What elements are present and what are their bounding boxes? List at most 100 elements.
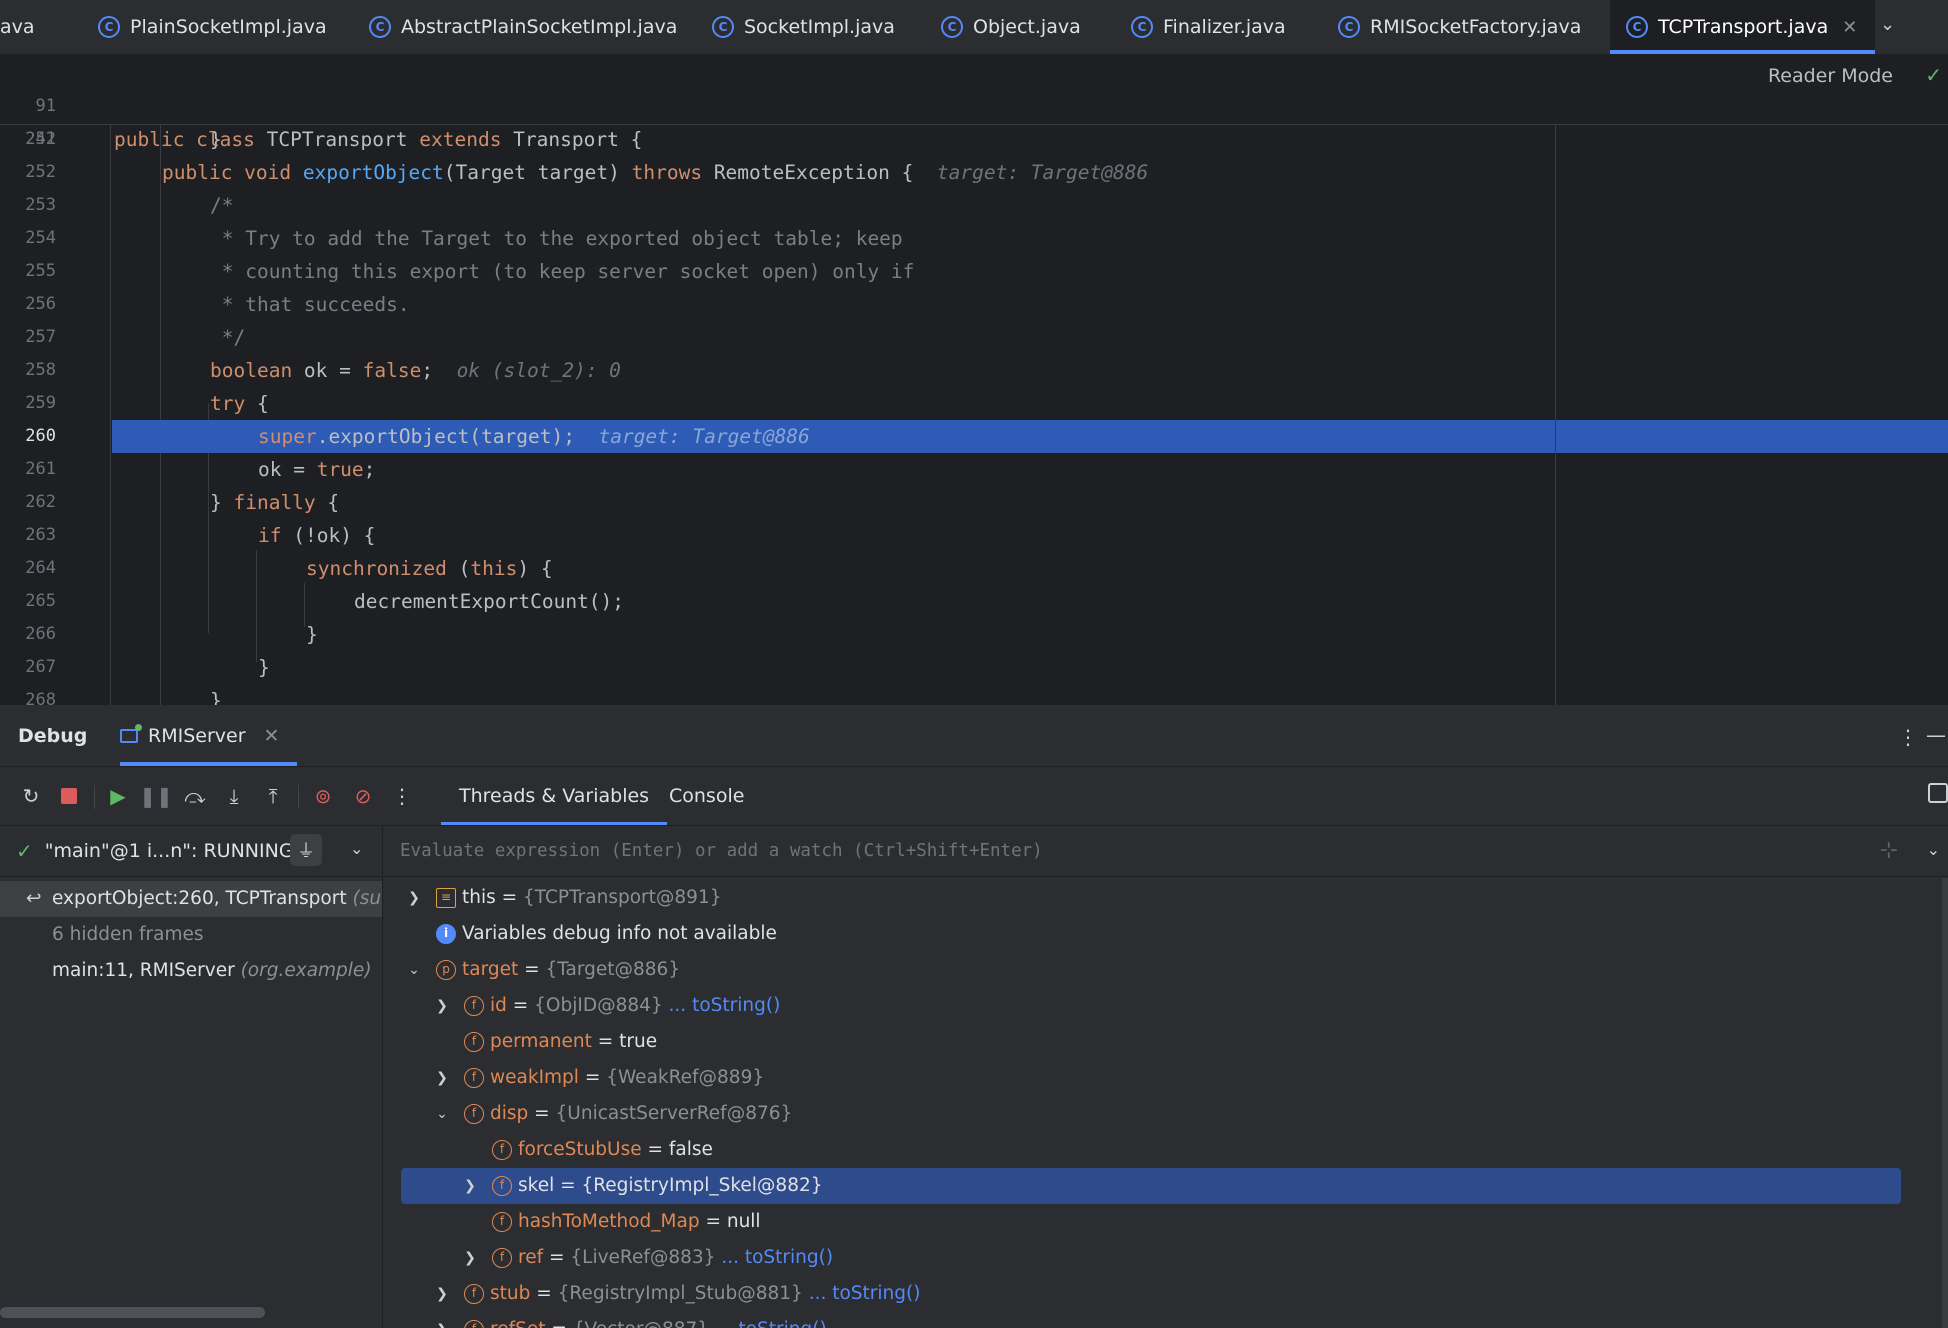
variable-name: hashToMethod_Map xyxy=(518,1211,700,1232)
stop-button[interactable] xyxy=(54,781,84,811)
step-into-icon[interactable]: ⤓ xyxy=(219,781,249,811)
class-icon: C xyxy=(941,16,963,38)
tab-rmisocketfactory[interactable]: C RMISocketFactory.java xyxy=(1338,0,1581,54)
filter-icon[interactable]: ⏚ xyxy=(290,834,322,866)
class-icon: C xyxy=(712,16,734,38)
variable-row[interactable]: ❯ f stub = {RegistryImpl_Stub@881} ... t… xyxy=(384,1276,1924,1312)
chevron-right-icon[interactable]: ❯ xyxy=(462,1240,478,1276)
chevron-right-icon[interactable]: ❯ xyxy=(434,1312,450,1328)
chevron-down-icon[interactable]: ⌄ xyxy=(406,952,422,988)
chevron-right-icon[interactable]: ❯ xyxy=(406,880,422,916)
variable-row[interactable]: ❯ ≡ this = {TCPTransport@891} xyxy=(384,880,1924,916)
code-editor[interactable]: Reader Mode ✓ 91 public class TCPTranspo… xyxy=(0,55,1948,705)
code-line: 264 synchronized (this) { xyxy=(0,552,1948,585)
layout-icon[interactable] xyxy=(1928,783,1948,803)
minimize-icon[interactable]: — xyxy=(1926,723,1948,747)
step-over-icon[interactable]: ⤼ xyxy=(180,781,210,811)
tab-tcptransport[interactable]: C TCPTransport.java ✕ xyxy=(1610,0,1876,54)
variable-name: weakImpl xyxy=(490,1067,579,1088)
tab-plainsocketimpl[interactable]: C PlainSocketImpl.java xyxy=(98,0,327,54)
debug-session-tab[interactable]: RMIServer ✕ xyxy=(120,705,298,766)
chevron-right-icon[interactable]: ❯ xyxy=(434,988,450,1024)
tostring-link[interactable]: ... toString() xyxy=(721,1247,833,1268)
tab-object[interactable]: C Object.java xyxy=(941,0,1081,54)
reader-mode-button[interactable]: Reader Mode xyxy=(1768,65,1893,87)
chevron-down-icon[interactable]: ⌄ xyxy=(1927,840,1940,859)
code-line: 242 public void exportObject(Target targ… xyxy=(0,90,1948,184)
code-line: 261 ok = true; xyxy=(0,453,1948,486)
close-tab-icon[interactable]: ✕ xyxy=(1842,17,1857,38)
variable-row-selected[interactable]: ❯ f skel = {RegistryImpl_Skel@882} xyxy=(401,1168,1901,1204)
field-icon: f xyxy=(492,1212,512,1232)
chevron-down-icon[interactable]: ⌄ xyxy=(1880,14,1904,38)
tab-label: TCPTransport.java xyxy=(1658,16,1829,38)
variable-name: forceStubUse xyxy=(518,1139,642,1160)
mute-breakpoints-icon[interactable]: ⊘ xyxy=(348,781,378,811)
line-number: 261 xyxy=(25,459,56,479)
application-icon xyxy=(120,723,142,743)
more-options-icon[interactable]: ⋮ xyxy=(1898,725,1918,749)
frame-label: 6 hidden frames xyxy=(52,924,204,945)
variable-type: {WeakRef@889} xyxy=(606,1067,765,1088)
chevron-right-icon[interactable]: ❯ xyxy=(462,1168,478,1204)
variable-row[interactable]: ❯ f id = {ObjID@884} ... toString() xyxy=(384,988,1924,1024)
chevron-down-icon[interactable]: ⌄ xyxy=(434,1096,450,1132)
hidden-frames[interactable]: 6 hidden frames xyxy=(0,917,382,953)
tostring-link[interactable]: ... toString() xyxy=(809,1283,921,1304)
variable-row[interactable]: ⌄ p target = {Target@886} xyxy=(384,952,1924,988)
tostring-link[interactable]: ... toString() xyxy=(715,1319,827,1328)
chevron-right-icon[interactable]: ❯ xyxy=(434,1060,450,1096)
variable-row[interactable]: ❯ f weakImpl = {WeakRef@889} xyxy=(384,1060,1924,1096)
stack-frame[interactable]: ↩ exportObject:260, TCPTransport (sun.r xyxy=(0,881,382,917)
equals: = xyxy=(591,1031,620,1052)
variable-row[interactable]: f forceStubUse = false xyxy=(384,1132,1924,1168)
code-text: } finally { xyxy=(210,491,340,514)
tab-finalizer[interactable]: C Finalizer.java xyxy=(1131,0,1286,54)
tab-abstractplainsocketimpl[interactable]: C AbstractPlainSocketImpl.java xyxy=(369,0,677,54)
add-watch-icon[interactable]: ⊹ xyxy=(1880,838,1898,863)
evaluate-expression-input[interactable] xyxy=(384,826,1842,876)
variable-row[interactable]: ⌄ f disp = {UnicastServerRef@876} xyxy=(384,1096,1924,1132)
frame-label: exportObject:260, TCPTransport (sun.r xyxy=(52,881,382,917)
tab-label: AbstractPlainSocketImpl.java xyxy=(401,16,678,38)
step-out-icon[interactable]: ⤒ xyxy=(258,781,288,811)
editor-tab-bar: ava C PlainSocketImpl.java C AbstractPlain… xyxy=(0,0,1948,55)
variable-entry: hashToMethod_Map = null xyxy=(518,1204,761,1240)
pause-icon[interactable]: ❚❚ xyxy=(139,781,173,811)
tab-partial[interactable]: ava xyxy=(0,0,35,54)
variable-entry: skel = {RegistryImpl_Skel@882} xyxy=(518,1168,823,1204)
tab-label: Object.java xyxy=(973,16,1081,38)
tostring-link[interactable]: ... toString() xyxy=(669,995,781,1016)
line-number: 267 xyxy=(25,657,56,677)
thread-label: "main"@1 i...n": RUNNING xyxy=(44,840,294,862)
inline-hint: ok (slot_2): 0 xyxy=(456,359,621,382)
equals: = xyxy=(528,1103,556,1124)
variable-row[interactable]: ❯ f ref = {LiveRef@883} ... toString() xyxy=(384,1240,1924,1276)
view-breakpoints-icon[interactable]: ⊚ xyxy=(308,781,338,811)
chevron-down-icon[interactable]: ⌄ xyxy=(350,839,363,858)
variable-entry: stub = {RegistryImpl_Stub@881} ... toStr… xyxy=(490,1276,920,1312)
horizontal-scrollbar[interactable] xyxy=(0,1307,265,1318)
rerun-icon[interactable]: ↻ xyxy=(16,781,46,811)
stack-frame[interactable]: main:11, RMIServer (org.example) xyxy=(0,953,382,989)
code-line: 253/* xyxy=(0,189,1948,222)
code-line: 268} xyxy=(0,684,1948,705)
variable-row[interactable]: f hashToMethod_Map = null xyxy=(384,1204,1924,1240)
close-session-icon[interactable]: ✕ xyxy=(264,725,280,747)
tab-socketimpl[interactable]: C SocketImpl.java xyxy=(712,0,895,54)
tab-console[interactable]: Console xyxy=(669,767,744,825)
variable-name: target xyxy=(462,959,519,980)
thread-selector[interactable]: ✓ "main"@1 i...n": RUNNING xyxy=(0,826,382,877)
variable-row[interactable]: ❯ f refSet = {Vector@887} ... toString() xyxy=(384,1312,1924,1328)
chevron-right-icon[interactable]: ❯ xyxy=(434,1276,450,1312)
tab-threads-variables[interactable]: Threads & Variables xyxy=(440,767,668,825)
code-line: 256 * that succeeds. xyxy=(0,288,1948,321)
equals: = xyxy=(578,1067,607,1088)
field-icon: f xyxy=(492,1140,512,1160)
tab-label: SocketImpl.java xyxy=(744,16,895,38)
vertical-scrollbar[interactable] xyxy=(1942,878,1948,1328)
more-actions-icon[interactable]: ⋮ xyxy=(387,781,417,811)
variable-name: ref xyxy=(518,1247,544,1268)
resume-icon[interactable]: ▶ xyxy=(103,781,133,811)
variable-row[interactable]: f permanent = true xyxy=(384,1024,1924,1060)
